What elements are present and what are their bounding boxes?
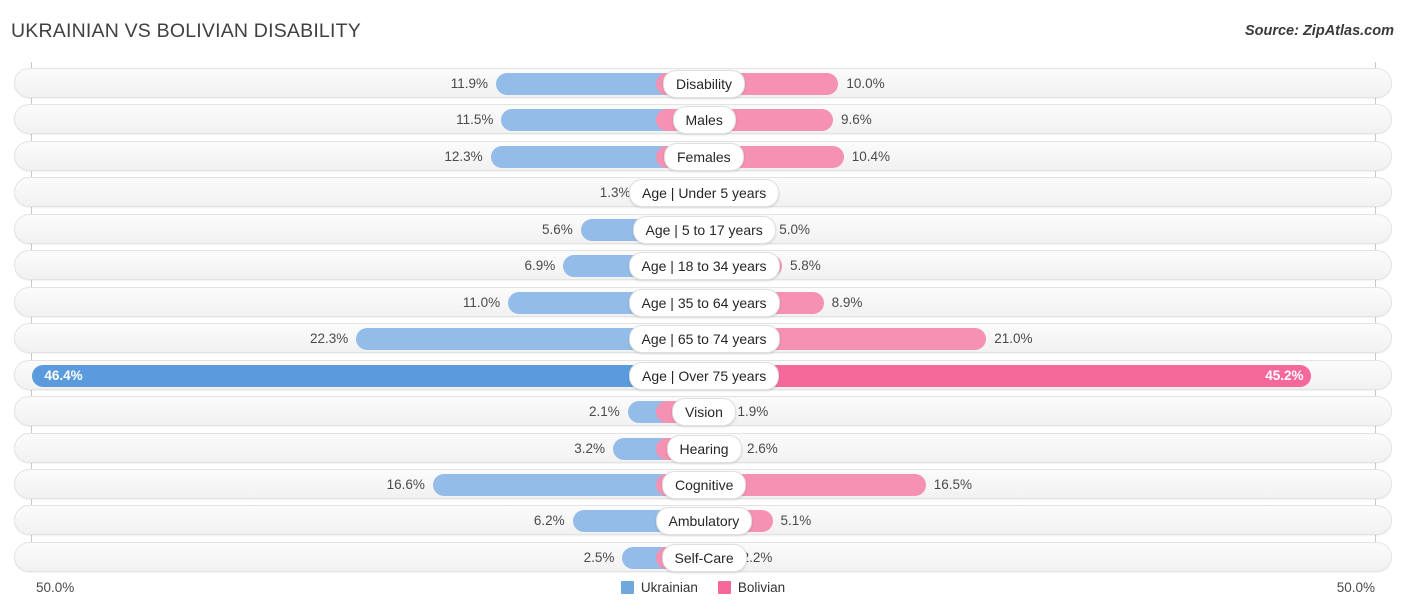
category-label: Age | Under 5 years bbox=[629, 179, 780, 208]
table-row[interactable]: 6.9% 5.8% Age | 18 to 34 years bbox=[14, 250, 1393, 281]
legend-label: Bolivian bbox=[737, 580, 786, 595]
value-label-ukrainian: 11.0% bbox=[462, 294, 501, 310]
table-row[interactable]: 5.6% 5.0% Age | 5 to 17 years bbox=[14, 213, 1393, 245]
table-row[interactable]: 11.9% 10.0% Disability bbox=[14, 68, 1392, 98]
category-label: Self-Care bbox=[661, 543, 747, 572]
chart-footer: 50.0% 50.0% Ukrainian Bolivian bbox=[0, 572, 1406, 612]
table-row[interactable]: 11.0% 8.9% Age | 35 to 64 years bbox=[14, 286, 1393, 318]
bar-ukrainian[interactable] bbox=[32, 364, 704, 387]
category-label: Females bbox=[664, 142, 744, 171]
value-label-ukrainian: 22.3% bbox=[310, 331, 349, 347]
table-row[interactable]: 3.2% 2.6% Hearing bbox=[14, 432, 1393, 464]
category-label: Age | 18 to 34 years bbox=[628, 252, 780, 281]
category-label: Vision bbox=[672, 398, 736, 427]
row-inner: 22.3% 21.0% Age | 65 to 74 years bbox=[15, 324, 1393, 354]
value-label-ukrainian: 12.3% bbox=[444, 148, 483, 164]
value-label-ukrainian: 11.9% bbox=[450, 76, 489, 91]
table-row[interactable]: 2.5% 2.2% Self-Care bbox=[14, 541, 1393, 573]
row-inner: 11.0% 8.9% Age | 35 to 64 years bbox=[15, 288, 1393, 318]
row-inner: 11.9% 10.0% Disability bbox=[15, 69, 1393, 99]
value-label-bolivian: 21.0% bbox=[994, 331, 1033, 347]
value-label-bolivian: 9.6% bbox=[841, 112, 872, 128]
value-label-ukrainian: 46.4% bbox=[44, 367, 83, 383]
value-label-ukrainian: 11.5% bbox=[456, 112, 494, 128]
row-inner: 16.6% 16.5% Cognitive bbox=[15, 470, 1393, 500]
category-label: Ambulatory bbox=[655, 507, 753, 536]
value-label-bolivian: 1.9% bbox=[737, 404, 769, 420]
legend-label: Ukrainian bbox=[640, 580, 698, 595]
value-label-ukrainian: 1.3% bbox=[599, 185, 631, 201]
row-inner: 46.4% 45.2% Age | Over 75 years bbox=[15, 361, 1393, 391]
row-inner: 6.9% 5.8% Age | 18 to 34 years bbox=[15, 251, 1393, 281]
value-label-bolivian: 5.0% bbox=[779, 221, 810, 237]
legend-item[interactable]: Bolivian bbox=[717, 580, 786, 595]
table-row[interactable]: 6.2% 5.1% Ambulatory bbox=[14, 505, 1393, 536]
category-label: Age | Over 75 years bbox=[629, 361, 780, 390]
category-label: Age | 65 to 74 years bbox=[628, 325, 780, 354]
value-label-ukrainian: 6.9% bbox=[524, 258, 556, 274]
category-label: Males bbox=[672, 106, 736, 135]
source-attribution: Source: ZipAtlas.com bbox=[1244, 23, 1394, 39]
table-row[interactable]: 11.5% 9.6% Males bbox=[14, 104, 1393, 135]
category-label: Hearing bbox=[666, 434, 742, 463]
value-label-bolivian: 5.8% bbox=[789, 258, 821, 274]
chart-header: UKRAINIAN VS BOLIVIAN DISABILITY Source:… bbox=[0, 0, 1406, 60]
value-label-bolivian: 45.2% bbox=[1265, 367, 1304, 383]
row-inner: 11.5% 9.6% Males bbox=[15, 105, 1393, 135]
chart-legend: Ukrainian Bolivian bbox=[0, 580, 1406, 595]
row-inner: 5.6% 5.0% Age | 5 to 17 years bbox=[15, 215, 1393, 245]
row-inner: 12.3% 10.4% Females bbox=[15, 142, 1393, 172]
value-label-bolivian: 10.0% bbox=[846, 76, 885, 91]
category-label: Cognitive bbox=[662, 470, 747, 499]
value-label-ukrainian: 6.2% bbox=[533, 513, 565, 529]
legend-item[interactable]: Ukrainian bbox=[620, 580, 698, 595]
value-label-ukrainian: 16.6% bbox=[386, 476, 425, 492]
value-label-ukrainian: 5.6% bbox=[541, 221, 573, 237]
value-label-ukrainian: 2.1% bbox=[588, 404, 620, 420]
row-inner: 6.2% 5.1% Ambulatory bbox=[15, 506, 1393, 536]
row-inner: 1.3%1.0%Age | Under 5 years bbox=[15, 178, 1393, 208]
diverging-bar-chart: 11.9% 10.0% Disability 11.5% 9.6% Males 12.3% 1… bbox=[0, 60, 1406, 572]
table-row[interactable]: 22.3% 21.0% Age | 65 to 74 years bbox=[14, 323, 1393, 354]
page-title: UKRAINIAN VS BOLIVIAN DISABILITY bbox=[11, 20, 361, 42]
table-row[interactable]: 16.6% 16.5% Cognitive bbox=[14, 468, 1393, 500]
value-label-bolivian: 8.9% bbox=[831, 294, 863, 310]
table-row[interactable]: 2.1% 1.9% Vision bbox=[14, 396, 1393, 427]
row-inner: 2.1% 1.9% Vision bbox=[15, 397, 1393, 427]
value-label-ukrainian: 2.5% bbox=[583, 549, 615, 565]
value-label-bolivian: 5.1% bbox=[780, 513, 812, 529]
row-inner: 3.2% 2.6% Hearing bbox=[15, 434, 1393, 464]
value-label-bolivian: 10.4% bbox=[851, 148, 891, 164]
category-label: Age | 5 to 17 years bbox=[632, 215, 776, 244]
category-label: Age | 35 to 64 years bbox=[628, 288, 780, 317]
value-label-bolivian: 2.6% bbox=[746, 440, 778, 456]
legend-swatch-icon bbox=[620, 581, 634, 594]
row-inner: 2.5% 2.2% Self-Care bbox=[15, 543, 1393, 573]
table-row[interactable]: 46.4% 45.2% Age | Over 75 years bbox=[14, 359, 1393, 391]
category-label: Disability bbox=[663, 70, 746, 98]
table-row[interactable]: 1.3%1.0%Age | Under 5 years bbox=[14, 177, 1393, 208]
legend-swatch-icon bbox=[717, 581, 731, 594]
value-label-bolivian: 16.5% bbox=[933, 476, 973, 492]
value-label-ukrainian: 3.2% bbox=[574, 440, 605, 456]
table-row[interactable]: 12.3% 10.4% Females bbox=[14, 140, 1393, 172]
